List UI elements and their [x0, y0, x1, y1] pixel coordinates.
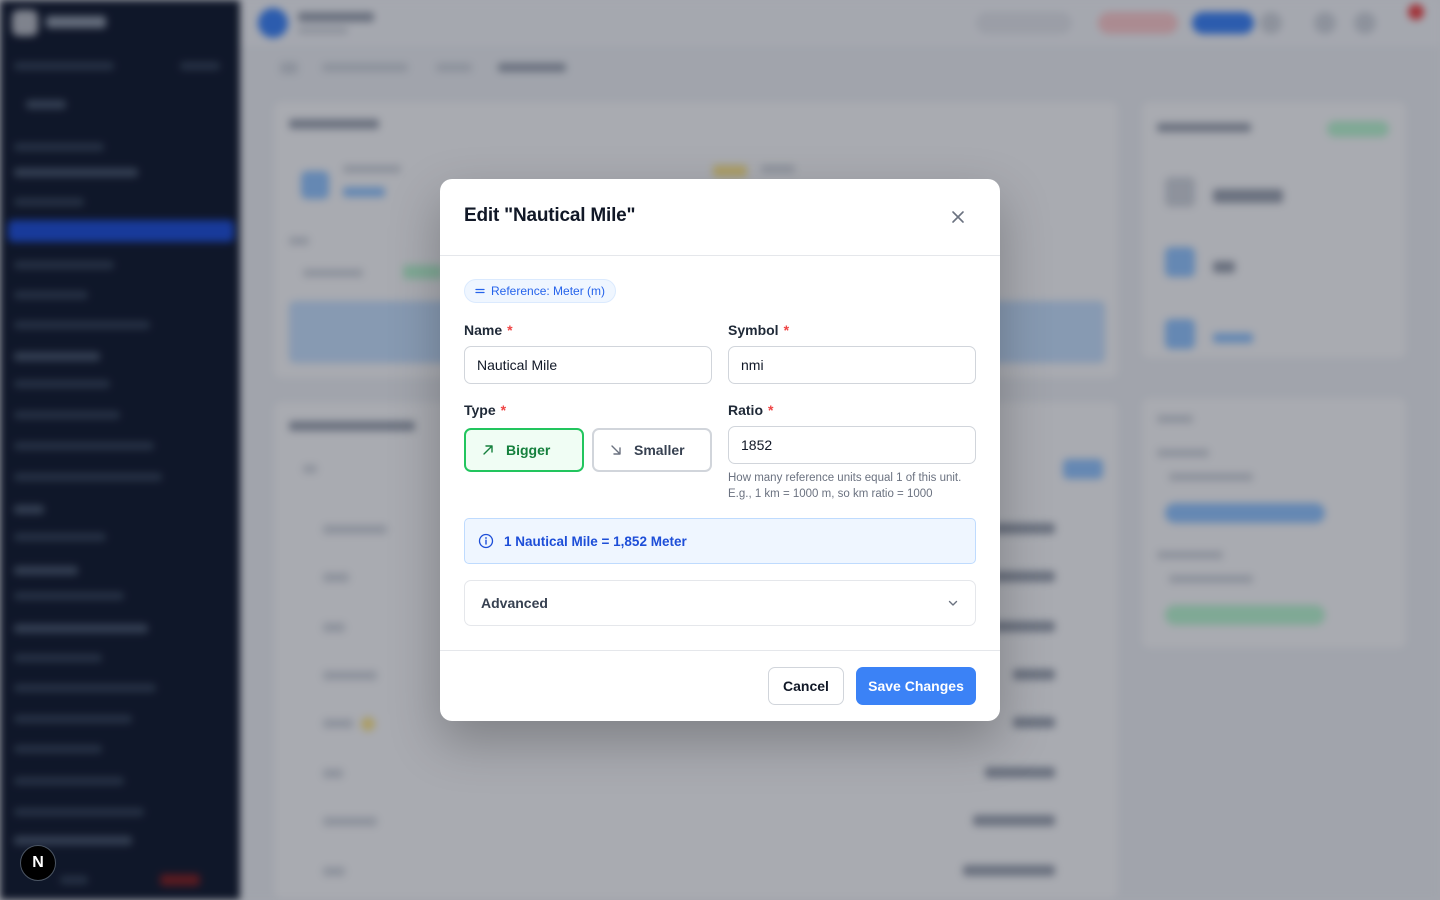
arrow-up-right-icon — [483, 445, 493, 455]
conversion-summary: 1 Nautical Mile = 1,852 Meter — [464, 518, 976, 564]
required-marker: * — [783, 322, 790, 338]
dialog-title: Edit "Nautical Mile" — [464, 205, 636, 226]
advanced-section-toggle[interactable]: Advanced — [464, 580, 976, 626]
symbol-label: Symbol * — [728, 322, 790, 338]
arrow-down-right-icon — [611, 445, 621, 455]
cancel-button[interactable]: Cancel — [768, 667, 844, 705]
chevron-down-icon — [948, 600, 958, 606]
edit-unit-dialog: Edit "Nautical Mile" Reference: Meter (m… — [440, 179, 1000, 721]
name-label: Name * — [464, 322, 513, 338]
info-icon — [478, 533, 494, 549]
type-bigger-button[interactable]: Bigger — [464, 428, 584, 472]
type-smaller-label: Smaller — [634, 442, 685, 458]
required-marker: * — [500, 402, 507, 418]
type-label: Type * — [464, 402, 507, 418]
type-smaller-button[interactable]: Smaller — [592, 428, 712, 472]
dev-tools-badge[interactable]: N — [20, 845, 56, 881]
reference-unit-label: Reference: Meter (m) — [491, 284, 606, 298]
name-input[interactable] — [464, 346, 712, 384]
close-icon — [952, 211, 964, 223]
ratio-help-text: How many reference units equal 1 of this… — [728, 472, 962, 500]
close-button[interactable] — [946, 205, 970, 229]
advanced-label: Advanced — [481, 595, 548, 611]
reference-unit-pill: Reference: Meter (m) — [464, 279, 617, 303]
required-marker: * — [507, 322, 513, 338]
symbol-input[interactable] — [728, 346, 976, 384]
required-marker: * — [768, 402, 774, 418]
ratio-label: Ratio * — [728, 402, 774, 418]
conversion-summary-text: 1 Nautical Mile = 1,852 Meter — [504, 533, 687, 549]
equals-icon — [475, 288, 485, 294]
dialog-header: Edit "Nautical Mile" — [440, 179, 1000, 256]
dialog-footer: Cancel Save Changes — [440, 650, 1000, 721]
save-changes-button[interactable]: Save Changes — [856, 667, 976, 705]
ratio-input[interactable] — [728, 426, 976, 464]
type-bigger-label: Bigger — [506, 442, 551, 458]
dev-tools-badge-label: N — [32, 854, 44, 871]
